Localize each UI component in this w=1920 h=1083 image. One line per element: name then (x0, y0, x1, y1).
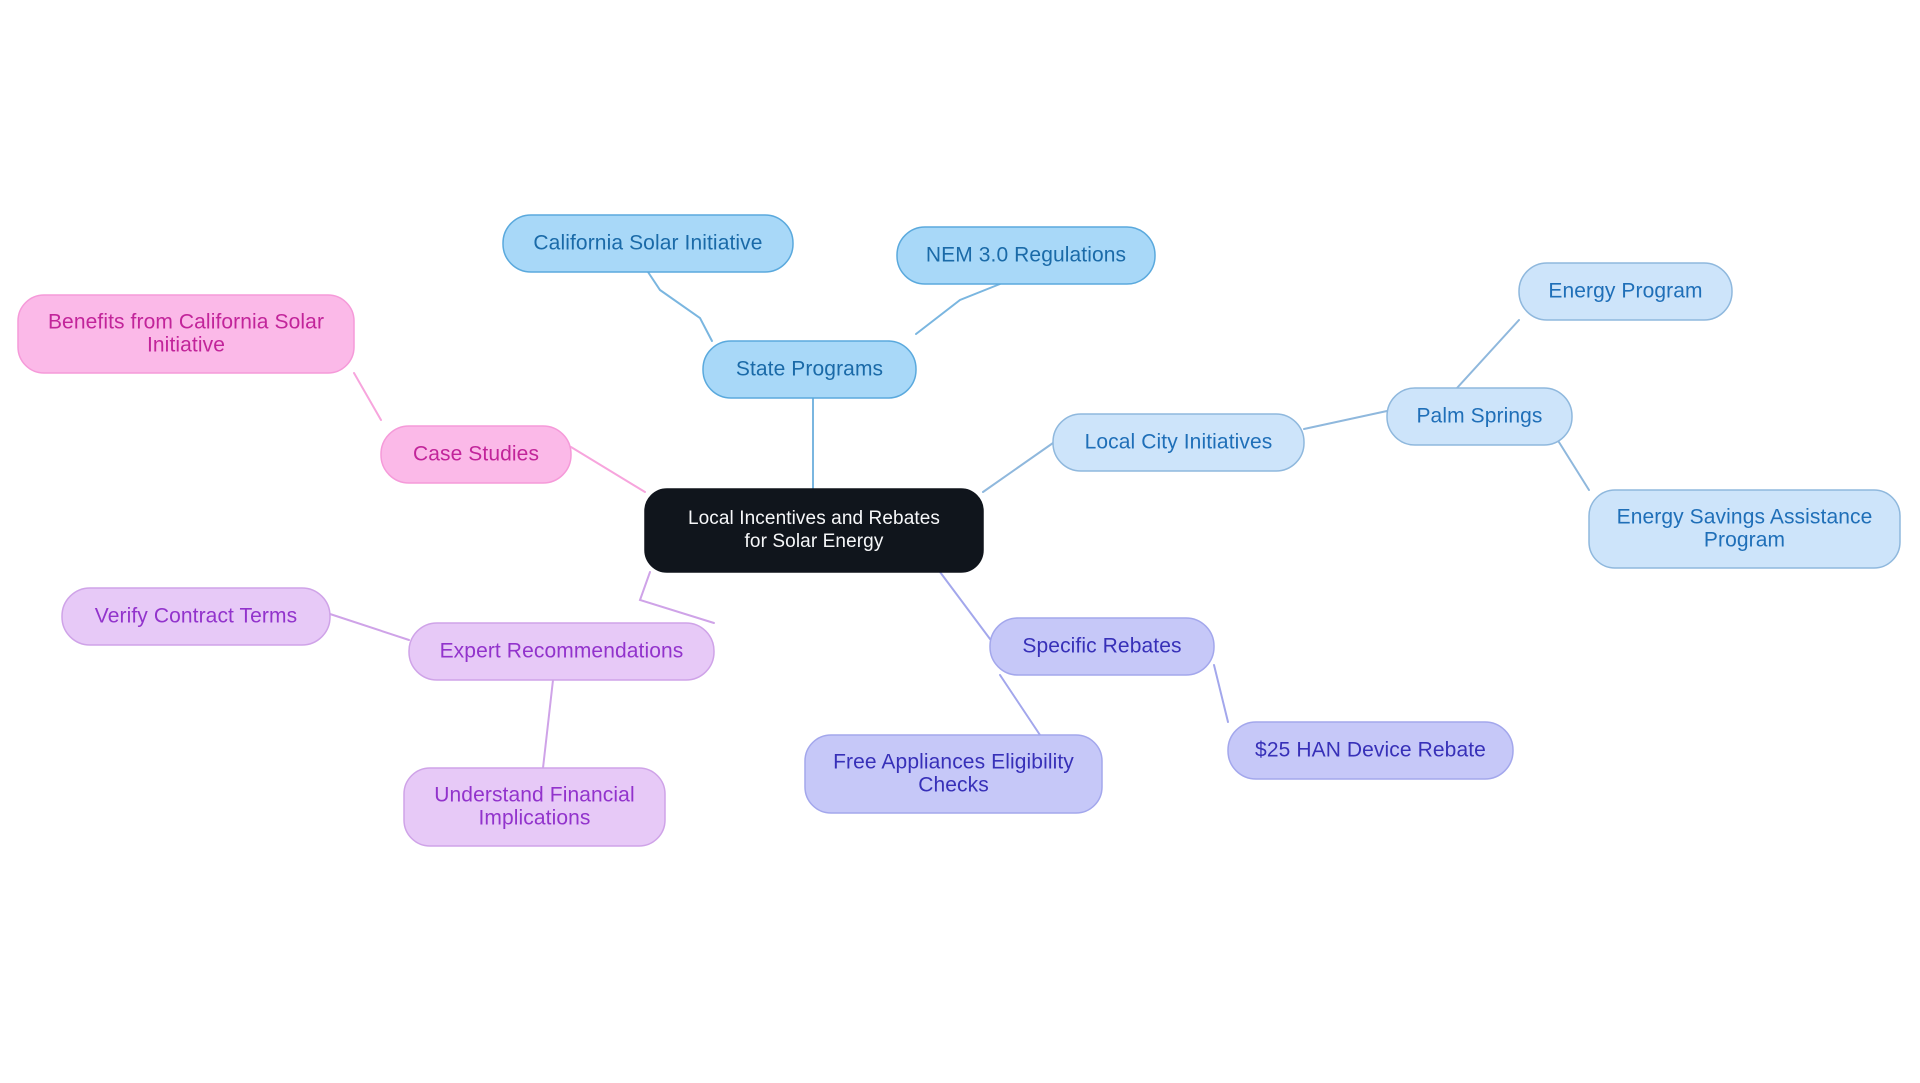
node-nem-3-regulations[interactable]: NEM 3.0 Regulations (896, 226, 1156, 285)
edge-state-california (647, 271, 713, 342)
node-label-verify-contract-terms: Verify Contract Terms (95, 604, 297, 627)
mindmap-diagram: Local Incentives and Rebates for Solar En… (17, 214, 1901, 847)
edge-palm-energy-program (1456, 319, 1520, 389)
node-local-city-initiatives[interactable]: Local City Initiatives (1052, 413, 1305, 472)
node-case-studies[interactable]: Case Studies (380, 425, 572, 484)
node-energy-savings-assistance-program[interactable]: Energy Savings Assistance Program (1588, 489, 1901, 569)
node-free-appliances-eligibility-checks[interactable]: Free Appliances Eligibility Checks (804, 734, 1103, 814)
edge-expert-understand (542, 679, 554, 769)
node-root[interactable]: Local Incentives and Rebates for Solar En… (644, 488, 984, 573)
node-palm-springs[interactable]: Palm Springs (1386, 387, 1573, 446)
mindmap-canvas-container: Local Incentives and Rebates for Solar En… (0, 0, 1920, 1083)
node-label-expert-recommendations: Expert Recommendations (440, 639, 684, 662)
edge-case-benefits (353, 372, 382, 421)
edge-root-local-city (982, 442, 1054, 493)
edge-root-expert (638, 571, 715, 624)
node-california-solar-initiative[interactable]: California Solar Initiative (502, 214, 794, 273)
node-label-nem-3-regulations: NEM 3.0 Regulations (926, 243, 1126, 266)
node-label-palm-springs: Palm Springs (1416, 404, 1542, 427)
node-label-state-programs: State Programs (736, 357, 883, 380)
node-specific-rebates[interactable]: Specific Rebates (989, 617, 1215, 676)
node-energy-program[interactable]: Energy Program (1518, 262, 1733, 321)
edge-expert-verify (329, 613, 410, 641)
edge-specific-han (1213, 664, 1229, 723)
node-label-california-solar-initiative: California Solar Initiative (533, 231, 762, 254)
edge-root-case-studies (570, 446, 646, 493)
node-label-energy-program: Energy Program (1548, 279, 1702, 302)
edge-specific-free-appliances (999, 674, 1041, 736)
node-understand-financial-implications[interactable]: Understand Financial Implications (403, 767, 666, 847)
node-label-case-studies: Case Studies (413, 442, 539, 465)
node-state-programs[interactable]: State Programs (702, 340, 917, 399)
node-label-local-city-initiatives: Local City Initiatives (1085, 430, 1273, 453)
edge-root-specific-rebates (939, 571, 991, 640)
node-expert-recommendations[interactable]: Expert Recommendations (408, 622, 715, 681)
node-label-25-han-device-rebate: $25 HAN Device Rebate (1255, 738, 1486, 761)
nodes-layer: Local Incentives and Rebates for Solar En… (17, 214, 1901, 847)
node-label-specific-rebates: Specific Rebates (1022, 634, 1181, 657)
edge-state-nem (915, 283, 1001, 335)
node-verify-contract-terms[interactable]: Verify Contract Terms (61, 587, 331, 646)
node-25-han-device-rebate[interactable]: $25 HAN Device Rebate (1227, 721, 1514, 780)
edge-local-palm (1303, 410, 1388, 430)
node-benefits-from-california-solar-initiative[interactable]: Benefits from California Solar Initiative (17, 294, 355, 374)
